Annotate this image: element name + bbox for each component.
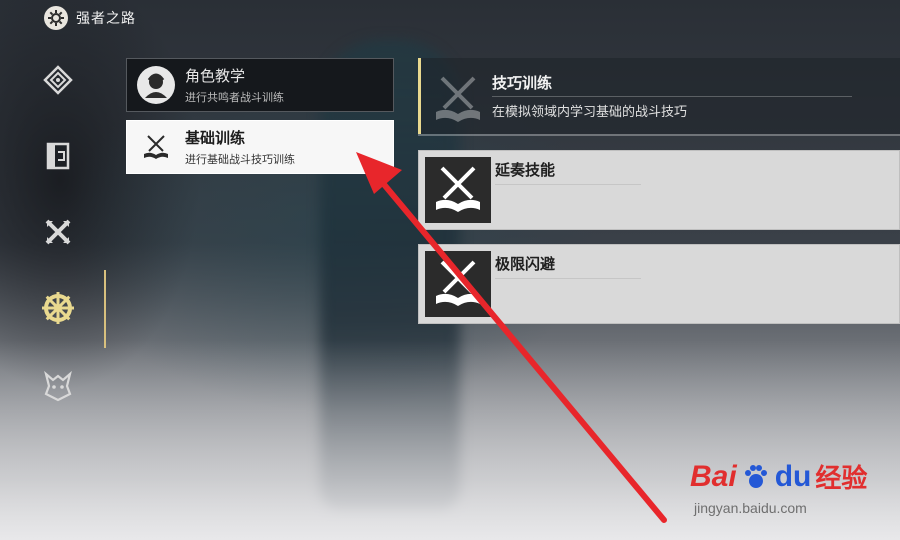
watermark-jingyan: 经验: [815, 464, 868, 494]
watermark-bai: Bai: [690, 459, 737, 493]
watermark-du: du: [774, 459, 812, 493]
watermark-url: jingyan.baidu.com: [694, 500, 807, 516]
watermark: Bai du 经验 jingyan.baidu.com: [690, 440, 890, 530]
paw-icon: [744, 464, 767, 488]
